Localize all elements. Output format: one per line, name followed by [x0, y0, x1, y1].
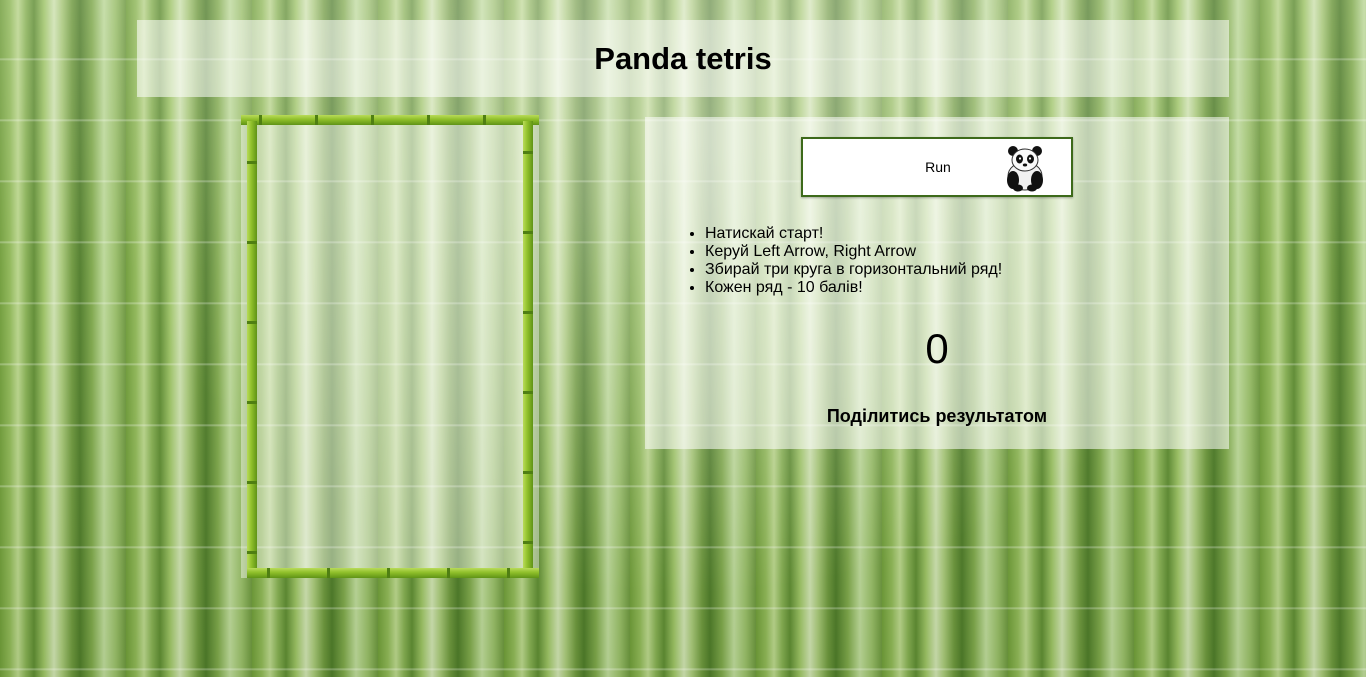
- board-frame-top: [241, 115, 539, 125]
- game-board[interactable]: [241, 115, 539, 578]
- rule-item: Збирай три круга в горизонтальний ряд!: [705, 261, 1002, 279]
- page-title: Panda tetris: [594, 40, 772, 76]
- rules-list: Натискай старт! Керуй Left Arrow, Right …: [687, 225, 1002, 297]
- info-panel: Run Натискай старт! Керуй Left Arrow, Ri…: [645, 117, 1229, 449]
- share-result-button[interactable]: Поділитись результатом: [645, 406, 1229, 427]
- rule-item: Натискай старт!: [705, 225, 1002, 243]
- board-frame-bottom: [247, 568, 539, 578]
- run-button[interactable]: Run: [801, 137, 1073, 197]
- rule-item: Керуй Left Arrow, Right Arrow: [705, 243, 1002, 261]
- board-frame-left: [247, 121, 257, 578]
- rule-item: Кожен ряд - 10 балів!: [705, 279, 1002, 297]
- panda-icon: [1007, 146, 1043, 192]
- page-header: Panda tetris: [137, 20, 1229, 97]
- score-value: 0: [925, 325, 949, 372]
- board-frame-right: [523, 121, 533, 578]
